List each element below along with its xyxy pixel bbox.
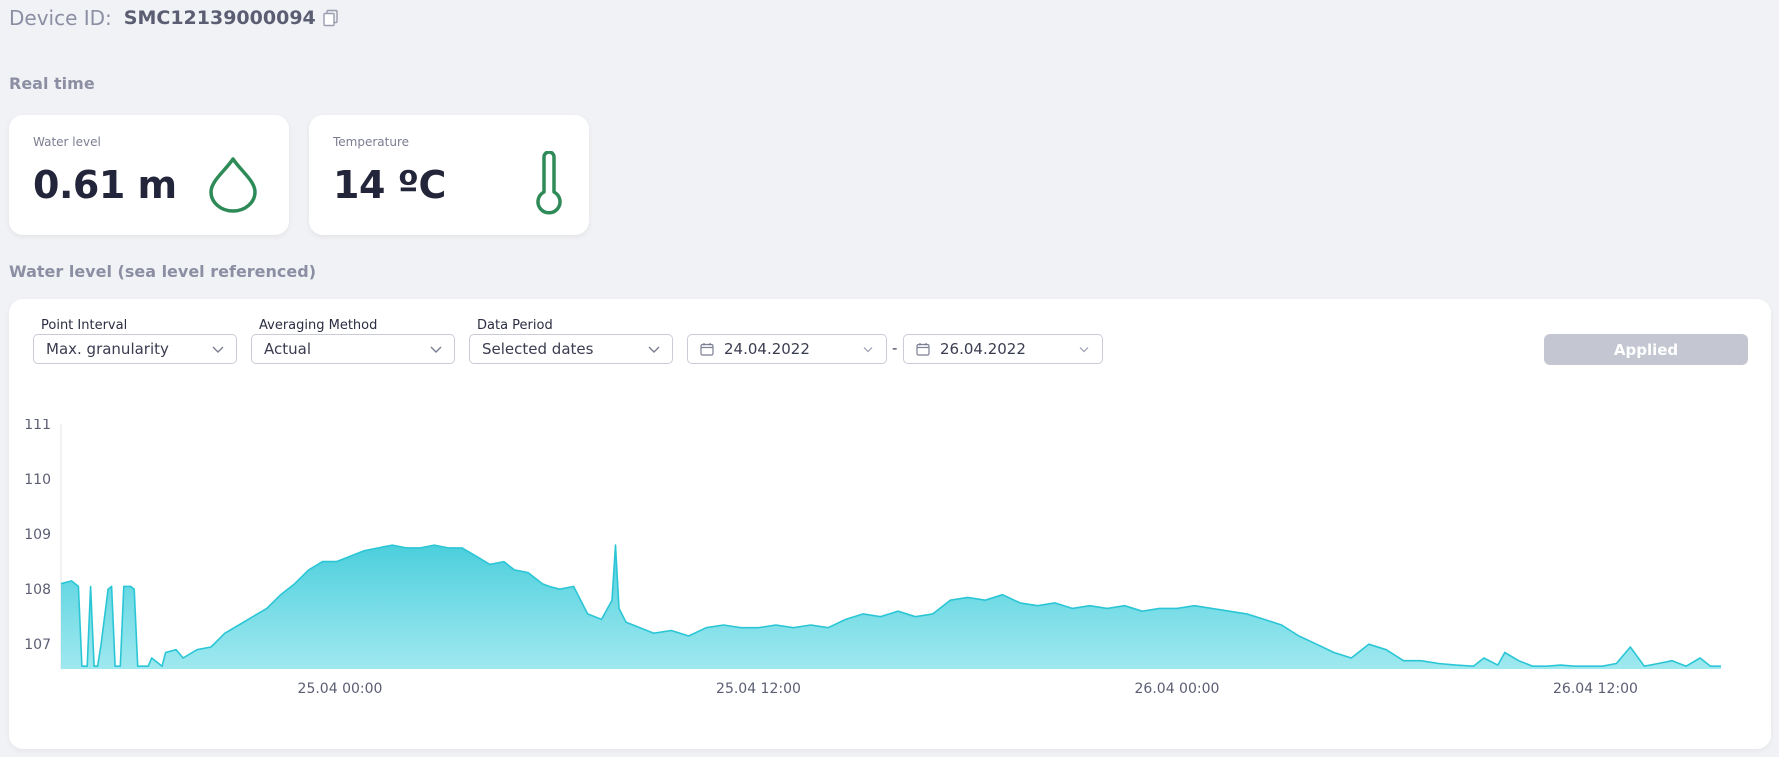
temperature-card: Temperature 14 ºC bbox=[309, 115, 589, 235]
point-interval-label: Point Interval bbox=[41, 318, 128, 333]
chevron-down-icon bbox=[212, 346, 224, 353]
averaging-method-select[interactable]: Actual bbox=[251, 334, 455, 364]
water-level-chart-panel: Point Interval Max. granularity Averagin… bbox=[9, 299, 1771, 749]
applied-button[interactable]: Applied bbox=[1544, 334, 1748, 365]
data-period-select[interactable]: Selected dates bbox=[469, 334, 673, 364]
date-from-picker[interactable]: 24.04.2022 bbox=[687, 334, 887, 364]
point-interval-value: Max. granularity bbox=[46, 340, 169, 358]
y-tick-label: 108 bbox=[24, 582, 51, 598]
x-tick-label: 25.04 12:00 bbox=[716, 681, 801, 697]
averaging-method-label: Averaging Method bbox=[259, 318, 378, 333]
temperature-value: 14 ºC bbox=[333, 163, 446, 207]
y-tick-label: 109 bbox=[24, 527, 51, 543]
chevron-down-icon bbox=[648, 346, 660, 353]
water-level-value: 0.61 m bbox=[33, 163, 177, 207]
date-to-value: 26.04.2022 bbox=[940, 340, 1026, 358]
water-level-label: Water level bbox=[33, 135, 101, 149]
y-tick-label: 107 bbox=[24, 637, 51, 653]
x-tick-label: 26.04 12:00 bbox=[1553, 681, 1638, 697]
data-period-value: Selected dates bbox=[482, 340, 594, 358]
water-level-history-title: Water level (sea level referenced) bbox=[9, 262, 317, 281]
water-level-card: Water level 0.61 m bbox=[9, 115, 289, 235]
point-interval-select[interactable]: Max. granularity bbox=[33, 334, 237, 364]
y-tick-label: 111 bbox=[24, 419, 51, 433]
data-period-label: Data Period bbox=[477, 318, 553, 333]
calendar-icon bbox=[700, 343, 714, 356]
device-header: Device ID: SMC12139000094 bbox=[9, 4, 340, 32]
date-range-separator: - bbox=[892, 339, 898, 357]
realtime-section-title: Real time bbox=[9, 74, 95, 93]
y-tick-label: 110 bbox=[24, 472, 51, 488]
water-level-chart: 107 108 109 110 111 25.04 00:00 25.04 12:00 26.… bbox=[24, 419, 1721, 697]
averaging-method-value: Actual bbox=[264, 340, 311, 358]
x-tick-label: 25.04 00:00 bbox=[298, 681, 383, 697]
thermometer-icon bbox=[536, 151, 562, 215]
water-drop-icon bbox=[209, 157, 257, 213]
chevron-down-icon bbox=[863, 347, 873, 353]
x-tick-label: 26.04 00:00 bbox=[1135, 681, 1220, 697]
chevron-down-icon bbox=[1079, 347, 1089, 353]
water-level-area bbox=[61, 545, 1721, 669]
device-id-value: SMC12139000094 bbox=[123, 7, 316, 29]
copy-icon[interactable] bbox=[322, 9, 340, 27]
temperature-label: Temperature bbox=[333, 135, 410, 149]
chevron-down-icon bbox=[430, 346, 442, 353]
calendar-icon bbox=[916, 343, 930, 356]
device-id-label: Device ID: bbox=[9, 6, 112, 30]
date-to-picker[interactable]: 26.04.2022 bbox=[903, 334, 1103, 364]
date-from-value: 24.04.2022 bbox=[724, 340, 810, 358]
